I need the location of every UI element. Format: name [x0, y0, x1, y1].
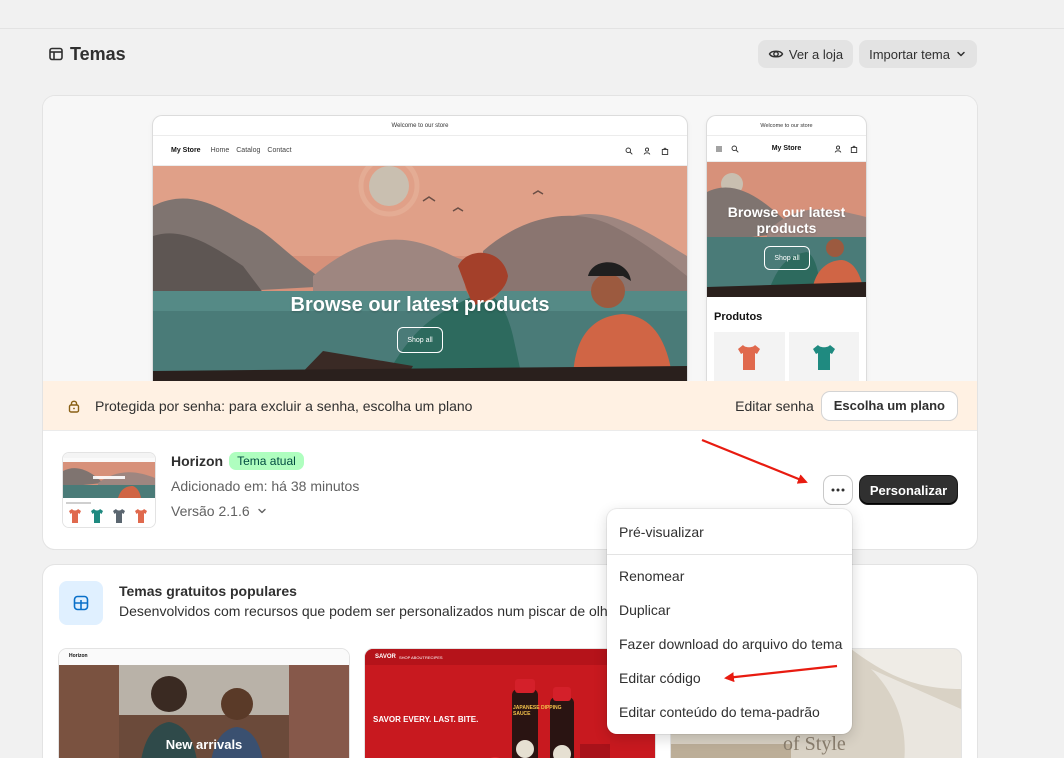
choose-plan-button[interactable]: Escolha um plano [821, 391, 957, 420]
mobile-store-name: My Store [771, 145, 802, 152]
chevron-down-icon [256, 505, 268, 517]
theme-store-icon [59, 581, 103, 625]
mobile-products-section: Produtos [707, 297, 866, 381]
mobile-preview: Welcome to our store My Store Browse our… [707, 116, 866, 381]
free-theme-tile-horizon[interactable]: Horizon New arrivals [59, 649, 349, 758]
hero-illustration: Browse our latest products Shop all [153, 166, 687, 381]
free-tile-store-name: Horizon [69, 653, 88, 659]
theme-name: Horizon [171, 453, 224, 469]
menu-item-edit-code[interactable]: Editar código [607, 661, 852, 695]
mobile-preview-nav: My Store [707, 136, 866, 162]
theme-store-icon [48, 46, 64, 62]
mobile-hero-shop-all-button: Shop all [764, 246, 810, 270]
ellipsis-icon [831, 488, 845, 492]
desktop-preview: Welcome to our store My Store Home Catal… [153, 116, 687, 381]
chevron-down-icon [955, 48, 967, 60]
preview-nav: My Store Home Catalog Contact [153, 136, 687, 166]
menu-item-download-theme-file[interactable]: Fazer download do arquivo do tema [607, 627, 852, 661]
theme-version: Versão 2.1.6 [171, 503, 250, 519]
announcement-bar: Welcome to our store [153, 116, 687, 136]
hero-shop-all-button: Shop all [397, 327, 443, 353]
mobile-hero-illustration: Browse our latest products Shop all [707, 162, 866, 297]
page-title: Temas [70, 43, 126, 64]
page-header: Temas Ver a loja Importar tema [48, 40, 977, 68]
free-tile-hero-text: of Style [783, 733, 846, 755]
theme-preview-area[interactable]: Welcome to our store My Store Home Catal… [43, 96, 977, 381]
search-icon [625, 147, 633, 155]
free-tile-product-label: JAPANESE DIPPING SAUCE [513, 705, 562, 717]
preview-nav-catalog: Catalog [236, 147, 261, 154]
lock-icon [67, 399, 81, 413]
current-theme-badge: Tema atual [229, 452, 304, 470]
theme-added-date: Adicionado em: há 38 minutos [171, 478, 360, 494]
top-bar [0, 0, 1064, 29]
product-tile [788, 332, 859, 381]
customize-button[interactable]: Personalizar [860, 476, 957, 504]
more-actions-button[interactable] [824, 476, 852, 504]
preview-store-name: My Store [171, 147, 201, 154]
mobile-hero-title: Browse our latest products [727, 204, 846, 236]
menu-item-preview[interactable]: Pré-visualizar [607, 515, 852, 549]
tshirt-icon [812, 345, 835, 370]
mobile-products-heading: Produtos [714, 311, 763, 323]
menu-divider [607, 554, 852, 555]
menu-item-edit-default-theme-content[interactable]: Editar conteúdo do tema-padrão [607, 695, 852, 729]
free-tile-hero-text: New arrivals [165, 737, 243, 752]
tshirt-icon [738, 345, 761, 370]
mobile-account-icon [834, 145, 842, 153]
cart-icon [661, 147, 669, 155]
free-tile-store-name: SAVOR [375, 654, 396, 660]
mobile-announcement-bar: Welcome to our store [707, 116, 866, 136]
menu-icon [716, 146, 722, 151]
free-themes-title: Temas gratuitos populares [119, 583, 297, 599]
free-tile-nav-shop: SHOP [399, 655, 411, 660]
edit-password-button[interactable]: Editar senha [735, 398, 814, 414]
import-theme-button[interactable]: Importar tema [859, 40, 977, 68]
view-store-button[interactable]: Ver a loja [757, 40, 854, 68]
preview-nav-contact: Contact [267, 147, 292, 154]
theme-actions-menu: Pré-visualizar Renomear Duplicar Fazer d… [607, 509, 852, 734]
menu-item-rename[interactable]: Renomear [607, 559, 852, 593]
theme-thumbnail [63, 453, 155, 527]
password-banner-text: Protegida por senha: para excluir a senh… [95, 397, 473, 414]
theme-version-toggle[interactable]: Versão 2.1.6 [171, 503, 359, 519]
menu-item-duplicate[interactable]: Duplicar [607, 593, 852, 627]
free-tile-nav-about: ABOUT [411, 655, 425, 660]
hero-title: Browse our latest products [290, 294, 550, 316]
password-protection-banner: Protegida por senha: para excluir a senh… [43, 381, 977, 431]
account-icon [643, 147, 651, 155]
preview-nav-home: Home [210, 147, 230, 154]
view-store-label: Ver a loja [788, 46, 844, 62]
current-theme-card: Welcome to our store My Store Home Catal… [43, 96, 977, 549]
product-tile [714, 332, 785, 381]
free-tile-hero-text: SAVOR EVERY. LAST. BITE. [373, 715, 479, 724]
import-theme-label: Importar tema [869, 46, 950, 62]
eye-icon [768, 46, 784, 62]
free-tile-nav-recipes: RECIPES [425, 655, 443, 660]
mobile-cart-icon [850, 145, 858, 153]
mobile-search-icon [731, 145, 739, 153]
